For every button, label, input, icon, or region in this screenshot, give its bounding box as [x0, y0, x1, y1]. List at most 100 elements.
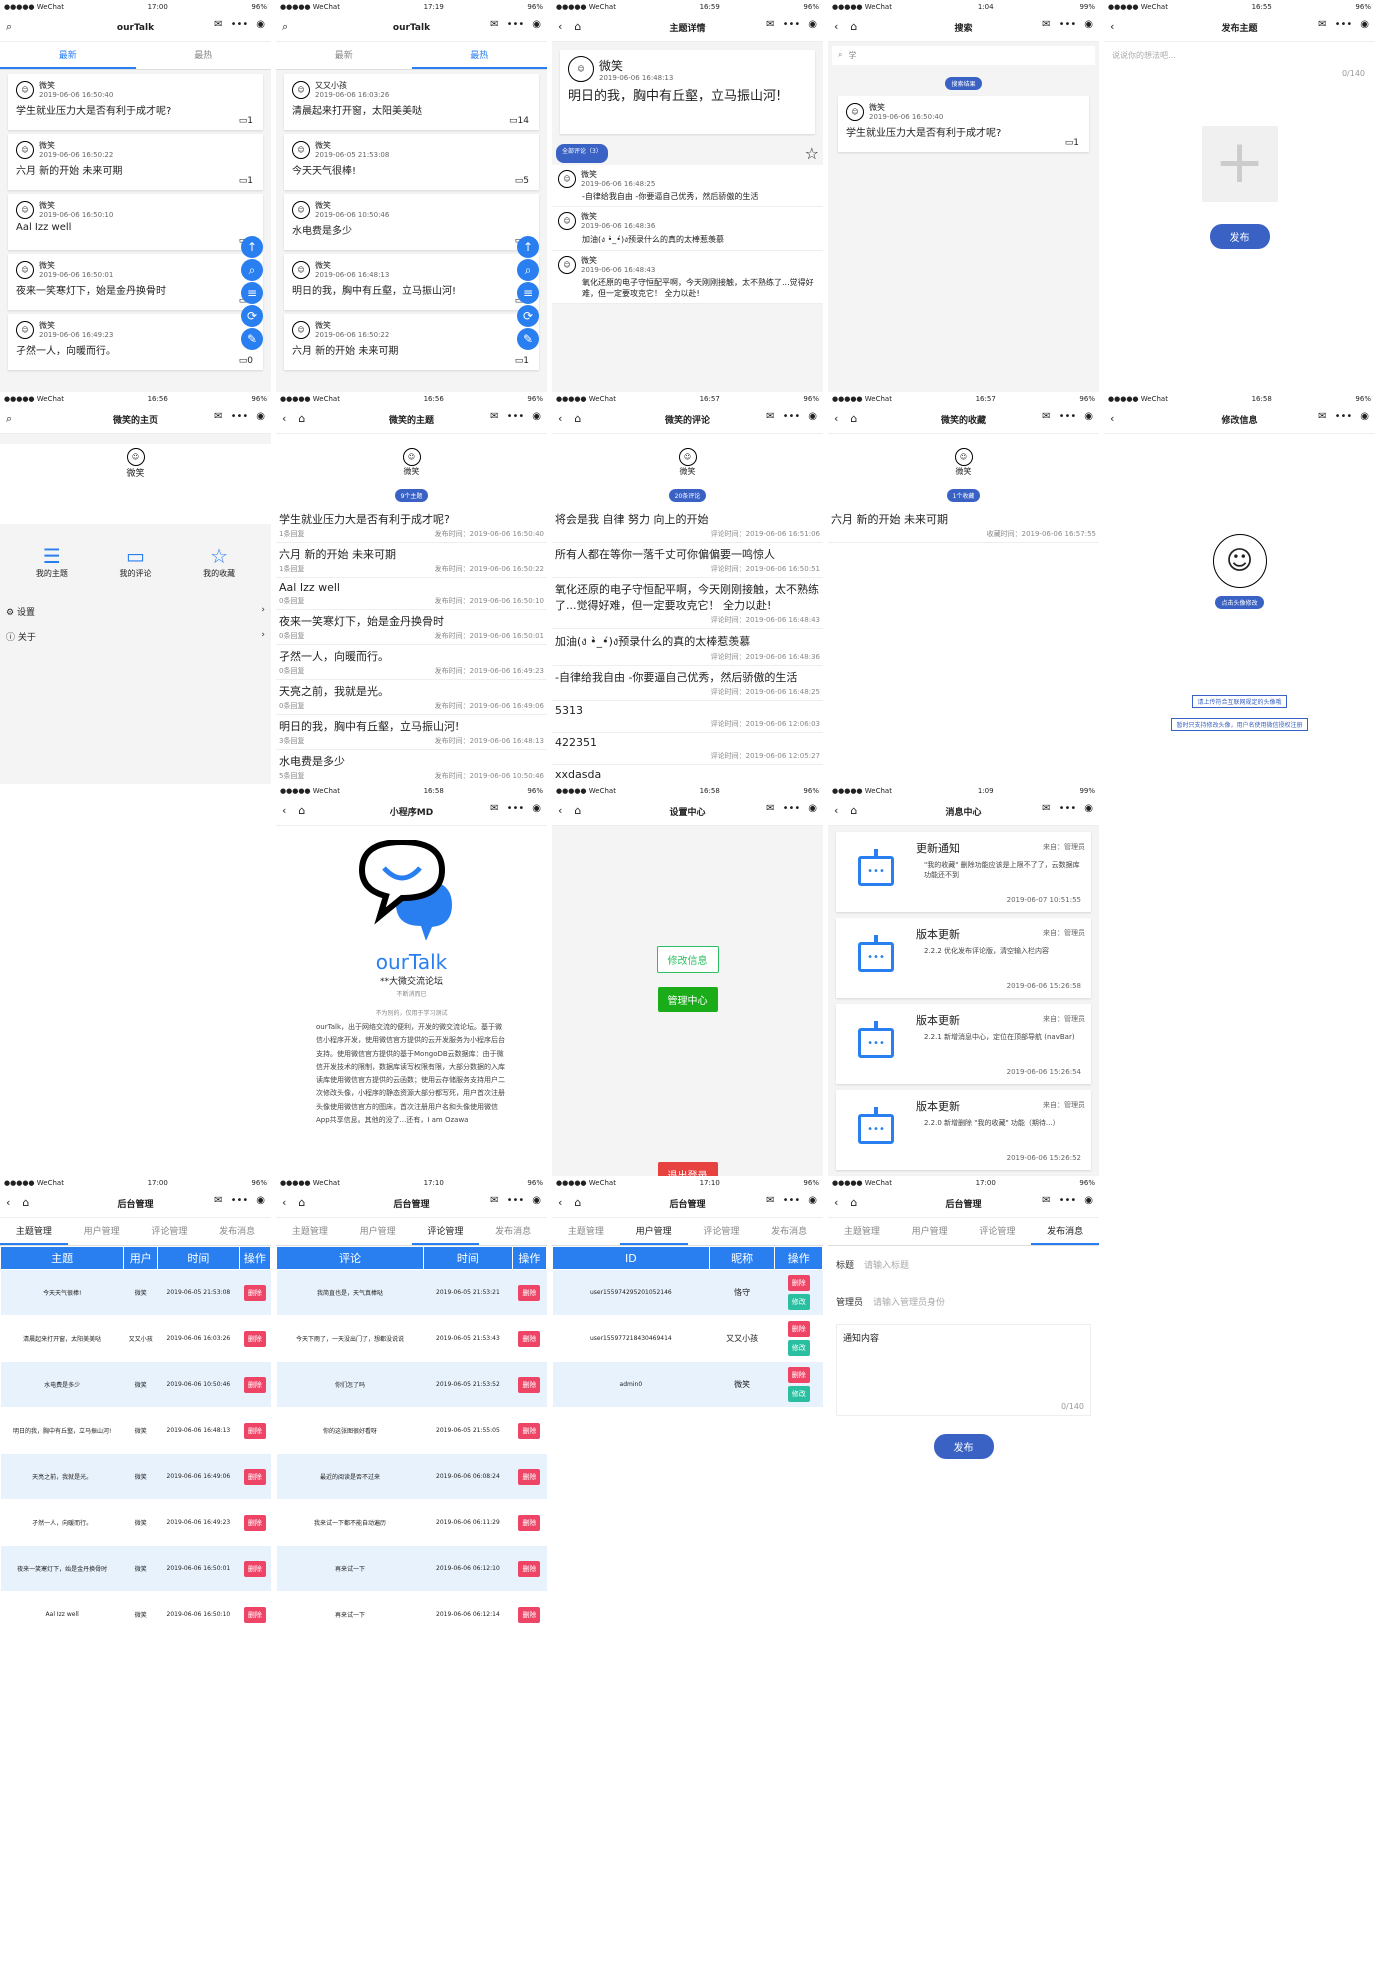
- more-icon[interactable]: •••: [1059, 19, 1077, 30]
- fab-list-icon[interactable]: ≡: [241, 282, 263, 304]
- search-icon[interactable]: ⌕: [6, 20, 12, 34]
- home-icon[interactable]: ⌂: [22, 1196, 29, 1209]
- close-capsule-icon[interactable]: ◉: [1084, 411, 1093, 422]
- post-card[interactable]: ☺ 微笑 2019-06-06 16:50:22 六月 新的开始 未来可期 ▭1: [8, 134, 263, 190]
- home-icon[interactable]: ⌂: [850, 1196, 857, 1209]
- admin-tab-0[interactable]: 主题管理: [552, 1218, 620, 1245]
- list-item[interactable]: 明日的我，胸中有丘壑，立马振山河! 3条回复 发布时间：2019-06-06 16:…: [276, 715, 547, 750]
- home-entry-1[interactable]: ▭ 我的评论: [119, 544, 151, 579]
- about-row[interactable]: ⓘ 关于 ›: [0, 624, 271, 649]
- fab-list-icon[interactable]: ≡: [517, 282, 539, 304]
- list-item[interactable]: 5313 评论时间：2019-06-06 12:06:03: [552, 701, 823, 733]
- close-capsule-icon[interactable]: ◉: [256, 1195, 265, 1206]
- delete-button[interactable]: 删除: [243, 1560, 266, 1577]
- more-icon[interactable]: •••: [507, 411, 525, 422]
- admin-tab-3[interactable]: 发布消息: [755, 1218, 823, 1245]
- list-item[interactable]: 夜来一笑寒灯下，始是金丹换骨时 0条回复 发布时间：2019-06-06 16:50…: [276, 610, 547, 645]
- more-icon[interactable]: •••: [783, 803, 801, 814]
- list-item[interactable]: 学生就业压力大是否有利于成才呢? 1条回复 发布时间：2019-06-06 16:5…: [276, 508, 547, 543]
- back-icon[interactable]: ‹: [834, 804, 838, 817]
- more-icon[interactable]: •••: [1059, 411, 1077, 422]
- post-card[interactable]: ☺微笑2019-06-06 10:50:46水电费是多少▭5: [284, 194, 539, 250]
- close-capsule-icon[interactable]: ◉: [808, 411, 817, 422]
- home-icon[interactable]: ⌂: [574, 412, 581, 425]
- admin-tab-2[interactable]: 评论管理: [136, 1218, 204, 1245]
- close-capsule-icon[interactable]: ◉: [808, 1195, 817, 1206]
- close-capsule-icon[interactable]: ◉: [808, 803, 817, 814]
- notice-content-textarea[interactable]: 通知内容 0/140: [836, 1324, 1091, 1416]
- back-icon[interactable]: ‹: [558, 20, 562, 33]
- more-icon[interactable]: •••: [1059, 803, 1077, 814]
- list-item[interactable]: 氧化还原的电子守恒配平啊，今天刚刚接触，太不熟练了...觉得好难，但一定要攻克它…: [552, 578, 823, 629]
- close-capsule-icon[interactable]: ◉: [532, 411, 541, 422]
- admin-tab-0[interactable]: 主题管理: [276, 1218, 344, 1245]
- list-item[interactable]: 天亮之前，我就是光。 0条回复 发布时间：2019-06-06 16:49:06: [276, 680, 547, 715]
- home-icon[interactable]: ⌂: [850, 804, 857, 817]
- more-icon[interactable]: •••: [783, 1195, 801, 1206]
- delete-button[interactable]: 删除: [518, 1514, 541, 1531]
- list-item[interactable]: 水电费是多少 5条回复 发布时间：2019-06-06 10:50:46: [276, 750, 547, 785]
- home-icon[interactable]: ⌂: [850, 20, 857, 33]
- more-icon[interactable]: •••: [1059, 1195, 1077, 1206]
- admin-tab-2[interactable]: 评论管理: [411, 1218, 480, 1245]
- post-card[interactable]: ☺微笑2019-06-06 16:50:01夜来一笑寒灯下，始是金丹换骨时▭0: [8, 254, 263, 310]
- close-capsule-icon[interactable]: ◉: [1084, 19, 1093, 30]
- post-card[interactable]: ☺微笑2019-06-06 16:50:10Aal Izz well▭0: [8, 194, 263, 250]
- search-input[interactable]: ⌕ 学: [832, 46, 1095, 65]
- message-card[interactable]: ••• 更新通知 来自：管理员 "我的收藏" 删除功能应该是上限不了了，云数据库功能还…: [836, 832, 1091, 912]
- fab-search-icon[interactable]: ⌕: [241, 259, 263, 281]
- delete-button[interactable]: 删除: [518, 1330, 541, 1347]
- mail-icon[interactable]: ✉: [766, 1195, 774, 1206]
- tab-latest[interactable]: 最新: [0, 42, 136, 69]
- delete-button[interactable]: 删除: [243, 1468, 266, 1485]
- message-card[interactable]: ••• 版本更新 来自：管理员 2.2.1 新增消息中心，定位在顶部导航 (navBa…: [836, 1004, 1091, 1084]
- edit-info-button[interactable]: 修改信息: [656, 946, 719, 973]
- mail-icon[interactable]: ✉: [1042, 411, 1050, 422]
- favorite-star-icon[interactable]: ☆: [805, 144, 819, 163]
- delete-button[interactable]: 删除: [243, 1606, 266, 1623]
- back-icon[interactable]: ‹: [558, 1196, 562, 1209]
- delete-button[interactable]: 删除: [243, 1376, 266, 1393]
- list-item[interactable]: -自律给我自由 -你要逼自己优秀，然后骄傲的生活 评论时间：2019-06-06 …: [552, 666, 823, 701]
- delete-button[interactable]: 删除: [243, 1284, 266, 1301]
- more-icon[interactable]: •••: [507, 1195, 525, 1206]
- back-icon[interactable]: ‹: [558, 804, 562, 817]
- delete-button[interactable]: 删除: [518, 1422, 541, 1439]
- close-capsule-icon[interactable]: ◉: [1360, 19, 1369, 30]
- close-capsule-icon[interactable]: ◉: [1360, 411, 1369, 422]
- back-icon[interactable]: ‹: [282, 412, 286, 425]
- delete-button[interactable]: 删除: [518, 1376, 541, 1393]
- back-icon[interactable]: ‹: [282, 804, 286, 817]
- home-icon[interactable]: ⌂: [298, 412, 305, 425]
- close-capsule-icon[interactable]: ◉: [256, 19, 265, 30]
- admin-tab-1[interactable]: 用户管理: [619, 1218, 688, 1245]
- back-icon[interactable]: ‹: [834, 412, 838, 425]
- mail-icon[interactable]: ✉: [214, 411, 222, 422]
- admin-tab-1[interactable]: 用户管理: [896, 1218, 964, 1245]
- post-card[interactable]: ☺ 微笑 2019-06-06 16:50:40 学生就业压力大是否有利于成才呢? ▭1: [8, 74, 263, 130]
- modify-button[interactable]: 修改: [787, 1294, 810, 1310]
- post-card[interactable]: ☺ 微笑 2019-06-05 21:53:08 今天天气很棒! ▭5: [284, 134, 539, 190]
- delete-button[interactable]: 删除: [787, 1275, 810, 1291]
- close-capsule-icon[interactable]: ◉: [1084, 803, 1093, 814]
- back-icon[interactable]: ‹: [1110, 412, 1114, 425]
- more-icon[interactable]: •••: [783, 19, 801, 30]
- settings-row[interactable]: ⚙ 设置 ›: [0, 599, 271, 624]
- post-card[interactable]: ☺ 微笑 2019-06-06 16:50:22 六月 新的开始 未来可期 ▭1: [284, 314, 539, 370]
- home-entry-0[interactable]: ☰ 我的主题: [36, 544, 68, 579]
- home-icon[interactable]: ⌂: [574, 20, 581, 33]
- admin-tab-1[interactable]: 用户管理: [344, 1218, 412, 1245]
- list-item[interactable]: 六月 新的开始 未来可期 1条回复 发布时间：2019-06-06 16:50:22: [276, 543, 547, 578]
- home-icon[interactable]: ⌂: [850, 412, 857, 425]
- delete-button[interactable]: 删除: [518, 1468, 541, 1485]
- mail-icon[interactable]: ✉: [1318, 19, 1326, 30]
- admin-center-button[interactable]: 管理中心: [657, 987, 718, 1012]
- list-item[interactable]: 六月 新的开始 未来可期 收藏时间：2019-06-06 16:57:55: [828, 508, 1099, 543]
- back-icon[interactable]: ‹: [282, 1196, 286, 1209]
- notice-title-field[interactable]: 标题 请输入标题: [828, 1246, 1099, 1283]
- list-item[interactable]: Aal Izz well 0条回复 发布时间：2019-06-06 16:50:10: [276, 578, 547, 610]
- admin-tab-3[interactable]: 发布消息: [479, 1218, 547, 1245]
- delete-button[interactable]: 删除: [518, 1606, 541, 1623]
- mail-icon[interactable]: ✉: [214, 19, 222, 30]
- notice-admin-field[interactable]: 管理员 请输入管理员身份: [828, 1283, 1099, 1320]
